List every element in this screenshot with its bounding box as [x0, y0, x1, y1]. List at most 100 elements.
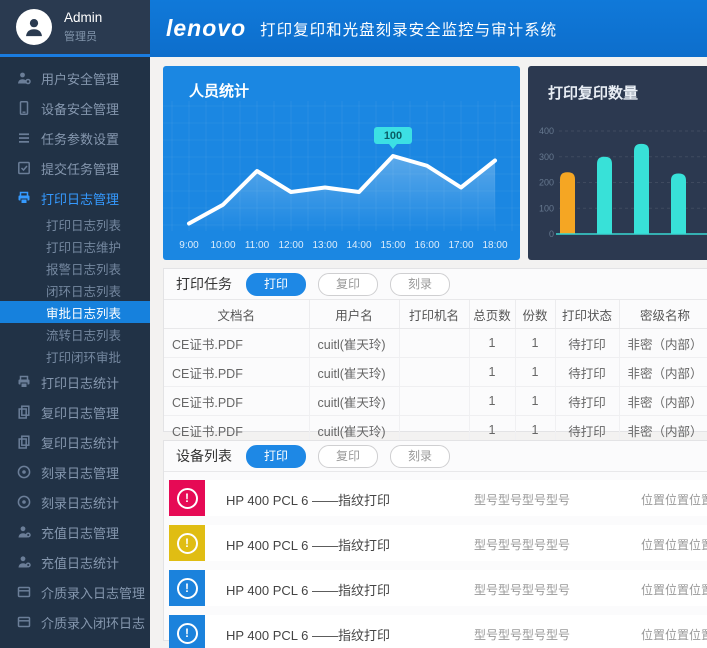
svg-text:12:00: 12:00	[278, 240, 303, 251]
device-list-title: 设备列表	[176, 446, 232, 466]
column-header: 打印机名	[399, 300, 469, 329]
table-cell	[399, 329, 469, 358]
sidebar-item-label: 介质录入日志管理	[41, 583, 145, 602]
copy-icon	[16, 434, 32, 450]
sidebar-item-label: 刻录日志统计	[41, 493, 119, 512]
sidebar-subitem-6[interactable]: 打印日志维护	[0, 235, 150, 257]
device-filter-0[interactable]: 打印	[246, 445, 306, 468]
app-window: Admin 管理员 用户安全管理设备安全管理任务参数设置提交任务管理打印日志管理…	[0, 0, 707, 648]
device-location: 位置位置位置位	[641, 581, 707, 598]
print-copy-volume-bar-chart: 4003002001000	[528, 109, 707, 260]
task-filter-2[interactable]: 刻录	[390, 273, 450, 296]
people-stats-line-chart: 1009:0010:0011:0012:0013:0014:0015:0016:…	[163, 101, 520, 257]
column-header: 用户名	[309, 300, 399, 329]
sidebar-menu: 用户安全管理设备安全管理任务参数设置提交任务管理打印日志管理打印日志列表打印日志…	[0, 57, 150, 637]
alert-circle-icon: !	[177, 578, 198, 599]
device-row[interactable]: !HP 400 PCL 6 ——指纹打印型号型号型号型号位置位置位置位	[169, 480, 707, 516]
disc-icon	[16, 464, 32, 480]
sidebar-item-label: 用户安全管理	[41, 69, 119, 88]
sidebar-subitem-5[interactable]: 打印日志列表	[0, 213, 150, 235]
table-cell: 1	[469, 329, 515, 358]
sidebar-item-label: 提交任务管理	[41, 159, 119, 178]
table-cell: 1	[515, 329, 555, 358]
sidebar-subitem-label: 流转日志列表	[46, 325, 121, 344]
sidebar-item-label: 刻录日志管理	[41, 463, 119, 482]
sidebar-item-12[interactable]: 打印日志统计	[0, 367, 150, 397]
sidebar-item-14[interactable]: 复印日志统计	[0, 427, 150, 457]
print-tasks-title: 打印任务	[176, 274, 232, 294]
sidebar-item-3[interactable]: 提交任务管理	[0, 153, 150, 183]
sidebar-item-2[interactable]: 任务参数设置	[0, 123, 150, 153]
sidebar-item-20[interactable]: 介质录入闭环日志	[0, 607, 150, 637]
sidebar-item-4[interactable]: 打印日志管理	[0, 183, 150, 213]
device-model: 型号型号型号型号	[474, 491, 570, 508]
print-tasks-table: 文档名用户名打印机名总页数份数打印状态密级名称 CE证书.PDFcuitl(崔天…	[164, 300, 707, 445]
sidebar-item-label: 介质录入闭环日志	[41, 613, 145, 632]
sidebar-item-1[interactable]: 设备安全管理	[0, 93, 150, 123]
table-cell: 待打印	[555, 329, 619, 358]
sidebar-item-15[interactable]: 刻录日志管理	[0, 457, 150, 487]
device-location: 位置位置位置位	[641, 626, 707, 643]
table-cell: 1	[469, 358, 515, 387]
alert-circle-icon: !	[177, 488, 198, 509]
user-role: 管理员	[64, 28, 97, 44]
sidebar-item-13[interactable]: 复印日志管理	[0, 397, 150, 427]
table-cell: 待打印	[555, 358, 619, 387]
task-filter-1[interactable]: 复印	[318, 273, 378, 296]
device-name: HP 400 PCL 6 ——指纹打印	[226, 625, 390, 644]
device-name: HP 400 PCL 6 ——指纹打印	[226, 535, 390, 554]
sidebar-item-label: 复印日志统计	[41, 433, 119, 452]
device-list-filters: 打印复印刻录	[246, 445, 462, 468]
sidebar-subitem-label: 打印日志列表	[46, 215, 121, 234]
sidebar-item-19[interactable]: 介质录入日志管理	[0, 577, 150, 607]
sidebar-item-label: 打印日志统计	[41, 373, 119, 392]
top-header: lenovo 打印复印和光盘刻录安全监控与审计系统	[150, 0, 707, 57]
svg-text:17:00: 17:00	[448, 240, 473, 251]
sidebar-item-label: 任务参数设置	[41, 129, 119, 148]
sidebar-item-17[interactable]: 充值日志管理	[0, 517, 150, 547]
table-row[interactable]: CE证书.PDFcuitl(崔天玲)11待打印非密（内部）	[164, 387, 707, 416]
sidebar-item-18[interactable]: 充值日志统计	[0, 547, 150, 577]
sidebar-item-16[interactable]: 刻录日志统计	[0, 487, 150, 517]
sidebar-item-0[interactable]: 用户安全管理	[0, 63, 150, 93]
copy-icon	[16, 404, 32, 420]
svg-text:200: 200	[539, 178, 554, 188]
device-row[interactable]: !HP 400 PCL 6 ——指纹打印型号型号型号型号位置位置位置位	[169, 525, 707, 561]
sidebar-item-label: 设备安全管理	[41, 99, 119, 118]
svg-text:0: 0	[549, 229, 554, 239]
column-header: 文档名	[164, 300, 309, 329]
sidebar-subitem-9[interactable]: 审批日志列表	[0, 301, 150, 323]
svg-text:400: 400	[539, 126, 554, 136]
device-row[interactable]: !HP 400 PCL 6 ——指纹打印型号型号型号型号位置位置位置位	[169, 570, 707, 606]
table-cell: 非密（内部）	[619, 358, 707, 387]
device-filter-1[interactable]: 复印	[318, 445, 378, 468]
table-cell: cuitl(崔天玲)	[309, 387, 399, 416]
svg-text:16:00: 16:00	[414, 240, 439, 251]
device-filter-2[interactable]: 刻录	[390, 445, 450, 468]
device-row[interactable]: !HP 400 PCL 6 ——指纹打印型号型号型号型号位置位置位置位	[169, 615, 707, 648]
sidebar: Admin 管理员 用户安全管理设备安全管理任务参数设置提交任务管理打印日志管理…	[0, 0, 150, 648]
person-icon	[16, 524, 32, 540]
table-cell	[399, 358, 469, 387]
sidebar-subitem-11[interactable]: 打印闭环审批	[0, 345, 150, 367]
table-row[interactable]: CE证书.PDFcuitl(崔天玲)11待打印非密（内部）	[164, 358, 707, 387]
sidebar-subitem-label: 打印日志维护	[46, 237, 121, 256]
people-stats-title: 人员统计	[189, 80, 520, 101]
print-tasks-panel: 打印任务 打印复印刻录 文档名用户名打印机名总页数份数打印状态密级名称 CE证书…	[163, 268, 707, 432]
sidebar-subitem-8[interactable]: 闭环日志列表	[0, 279, 150, 301]
table-row[interactable]: CE证书.PDFcuitl(崔天玲)11待打印非密（内部）	[164, 329, 707, 358]
sidebar-subitem-10[interactable]: 流转日志列表	[0, 323, 150, 345]
device-name: HP 400 PCL 6 ——指纹打印	[226, 580, 390, 599]
task-filter-0[interactable]: 打印	[246, 273, 306, 296]
svg-text:10:00: 10:00	[210, 240, 235, 251]
table-cell: CE证书.PDF	[164, 358, 309, 387]
list-icon	[16, 130, 32, 146]
sidebar-subitem-label: 闭环日志列表	[46, 281, 121, 300]
disc-icon	[16, 494, 32, 510]
sidebar-subitem-7[interactable]: 报警日志列表	[0, 257, 150, 279]
table-cell: 1	[515, 387, 555, 416]
avatar	[16, 9, 52, 45]
sidebar-item-label: 打印日志管理	[41, 189, 119, 208]
table-cell: cuitl(崔天玲)	[309, 329, 399, 358]
user-profile[interactable]: Admin 管理员	[0, 0, 150, 57]
